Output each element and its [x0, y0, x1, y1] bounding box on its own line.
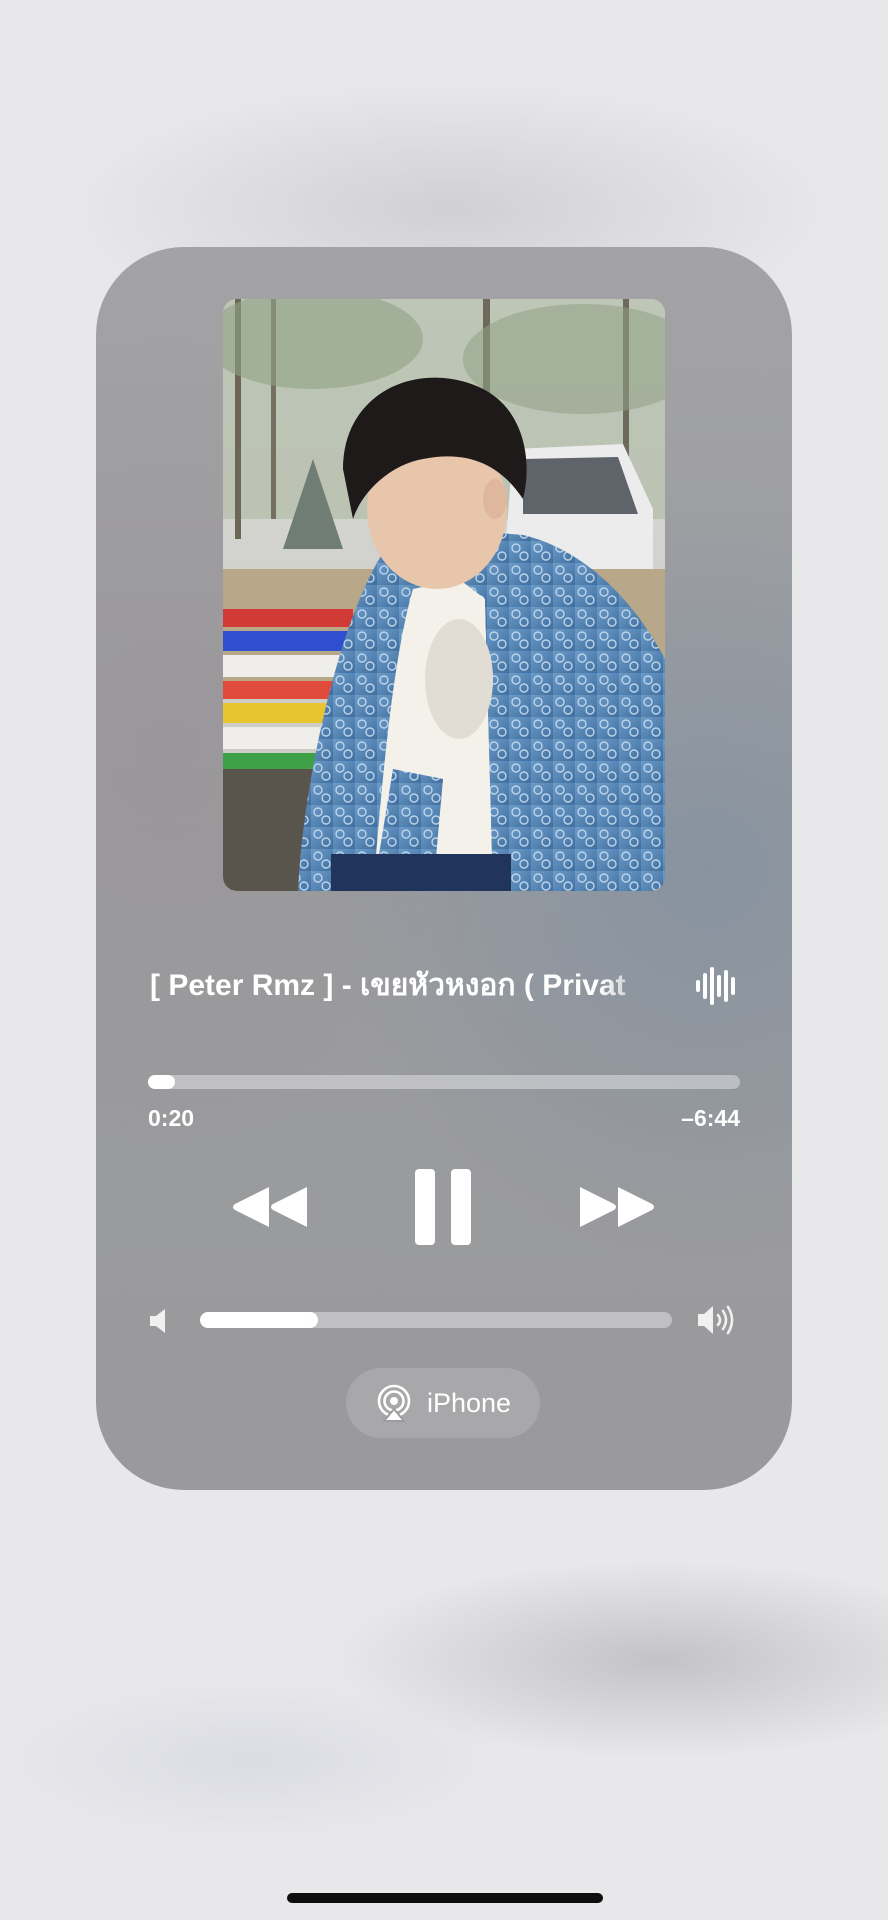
volume-slider[interactable] — [200, 1312, 672, 1328]
home-indicator[interactable] — [287, 1893, 603, 1903]
elapsed-time: 0:20 — [148, 1105, 195, 1131]
backward-icon — [233, 1187, 307, 1227]
forward-icon — [580, 1187, 654, 1227]
volume-high-icon — [698, 1305, 734, 1335]
playback-progress-fill — [148, 1075, 175, 1089]
rewind-button[interactable] — [221, 1157, 321, 1257]
track-title-row: [ Peter Rmz ] - เขยหัวหงอก ( Privat — [150, 959, 740, 1013]
volume-low-icon — [150, 1309, 165, 1333]
album-artwork[interactable] — [223, 299, 665, 891]
track-title[interactable]: [ Peter Rmz ] - เขยหัวหงอก ( Privat — [150, 959, 670, 1013]
waveform-icon — [696, 967, 735, 1005]
forward-button[interactable] — [566, 1157, 666, 1257]
remaining-time: –6:44 — [681, 1105, 740, 1131]
now-playing-card: [ Peter Rmz ] - เขยหัวหงอก ( Privat 0:20… — [96, 247, 792, 1490]
airplay-output-button[interactable]: iPhone — [346, 1368, 540, 1438]
pause-button[interactable] — [393, 1157, 493, 1257]
output-device-label: iPhone — [426, 1387, 512, 1418]
airplay-icon — [377, 1384, 411, 1422]
playback-scrubber[interactable] — [148, 1075, 740, 1089]
volume-fill — [200, 1312, 318, 1328]
pause-icon — [415, 1169, 471, 1245]
background-blur-bottom-left — [0, 1680, 500, 1840]
artwork-image — [223, 299, 665, 891]
